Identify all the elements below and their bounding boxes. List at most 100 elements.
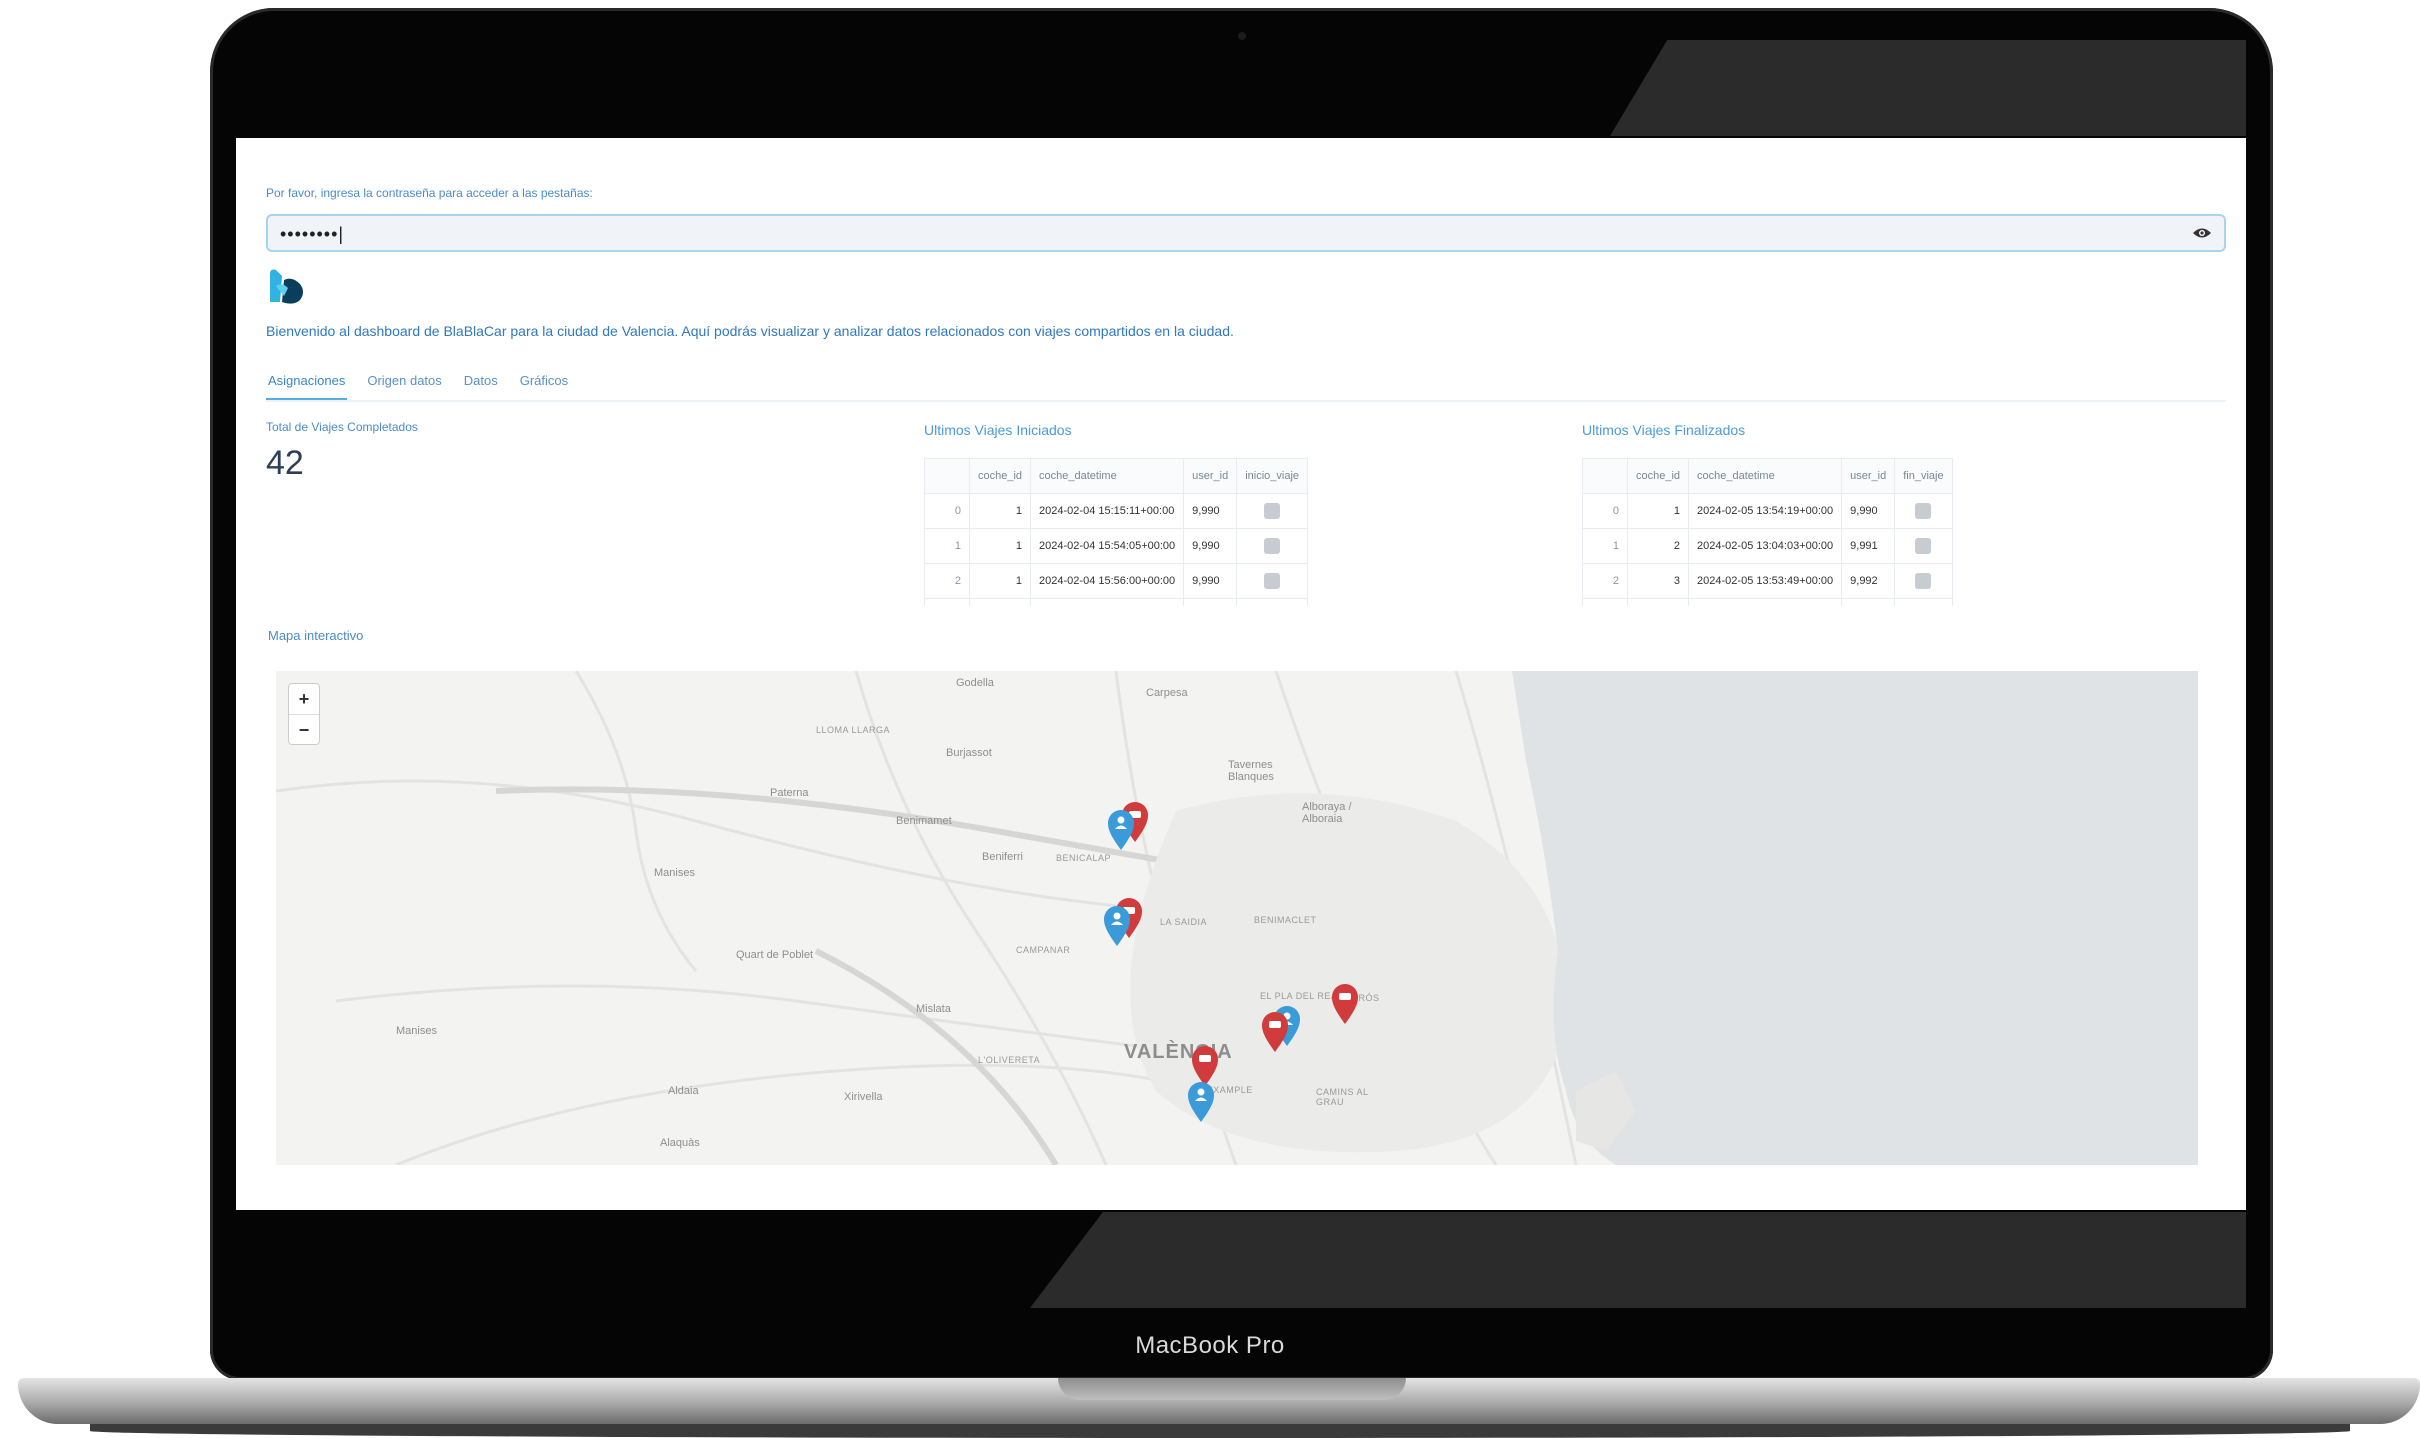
cell-user-id: 9,992 bbox=[1841, 563, 1896, 599]
map-place-label: Beniferri bbox=[982, 851, 1023, 863]
column-header[interactable]: coche_datetime bbox=[1030, 458, 1185, 494]
checkbox-icon bbox=[1915, 503, 1932, 519]
started-trips-table-wrap[interactable]: coche_id coche_datetime user_id inicio_v… bbox=[924, 458, 1364, 606]
map-place-label: Manises bbox=[396, 1025, 437, 1037]
row-index: 2 bbox=[1582, 563, 1628, 599]
map-place-label: LLOMA LLARGA bbox=[816, 725, 891, 735]
column-header[interactable]: fin_viaje bbox=[1894, 458, 1953, 494]
row-index: 0 bbox=[1582, 493, 1628, 529]
table-row[interactable]: 0 1 2024-02-04 15:15:11+00:00 9,990 bbox=[924, 493, 1309, 529]
metric-label: Total de Viajes Completados bbox=[266, 420, 418, 434]
map-place-label: Xirivella bbox=[844, 1091, 883, 1103]
cell-coche-id: 1 bbox=[1626, 493, 1690, 529]
cell-inicio-viaje bbox=[1236, 528, 1309, 564]
map-place-label: Manises bbox=[654, 867, 695, 879]
cell-coche-datetime: 2024-02-05 13:53:49+00:00 bbox=[1688, 563, 1843, 599]
map-place-label: Quart de Poblet bbox=[736, 949, 814, 961]
cell-user-id: 9,990 bbox=[1183, 493, 1238, 529]
table-row[interactable]: 0 1 2024-02-05 13:54:19+00:00 9,990 bbox=[1582, 493, 1953, 529]
password-field[interactable] bbox=[266, 214, 2226, 252]
map-place-label: Alaquàs bbox=[660, 1137, 700, 1149]
tab-asignaciones[interactable]: Asignaciones bbox=[266, 372, 348, 401]
cell-coche-id: 2 bbox=[1626, 528, 1690, 564]
finished-trips-table-wrap[interactable]: coche_id coche_datetime user_id fin_viaj… bbox=[1582, 458, 2022, 606]
map-place-label: CAMPANAR bbox=[1016, 945, 1071, 955]
car-location-marker[interactable] bbox=[1330, 983, 1360, 1025]
column-header[interactable]: coche_id bbox=[1626, 458, 1690, 494]
column-header[interactable]: inicio_viaje bbox=[1236, 458, 1309, 494]
table-row bbox=[924, 598, 1309, 606]
password-input[interactable] bbox=[278, 216, 2162, 252]
map-place-label: BENICALAP bbox=[1056, 853, 1112, 863]
table-row[interactable]: 2 3 2024-02-05 13:53:49+00:00 9,992 bbox=[1582, 563, 1953, 599]
row-index: 1 bbox=[924, 528, 970, 564]
laptop-shadow bbox=[90, 1424, 2350, 1438]
cell-coche-datetime: 2024-02-05 13:54:19+00:00 bbox=[1688, 493, 1843, 529]
table-row bbox=[1582, 598, 1953, 606]
tab-datos[interactable]: Datos bbox=[462, 372, 500, 398]
metric-value: 42 bbox=[266, 444, 304, 482]
cell-coche-datetime: 2024-02-04 15:54:05+00:00 bbox=[1030, 528, 1185, 564]
finished-trips-table: coche_id coche_datetime user_id fin_viaj… bbox=[1582, 458, 1953, 606]
cell-coche-id: 3 bbox=[1626, 563, 1690, 599]
tab-origen-datos[interactable]: Origen datos bbox=[365, 372, 443, 398]
map-label: Mapa interactivo bbox=[268, 628, 364, 643]
column-header[interactable]: coche_id bbox=[968, 458, 1032, 494]
row-index: 2 bbox=[924, 563, 970, 599]
cell-fin-viaje bbox=[1894, 493, 1953, 529]
column-header bbox=[1582, 458, 1628, 494]
map-place-label: Mislata bbox=[916, 1003, 951, 1015]
row-index: 0 bbox=[924, 493, 970, 529]
user-location-marker[interactable] bbox=[1106, 809, 1136, 851]
tab-graficos[interactable]: Gráficos bbox=[518, 372, 570, 398]
table-row[interactable]: 1 2 2024-02-05 13:04:03+00:00 9,991 bbox=[1582, 528, 1953, 564]
user-location-marker[interactable] bbox=[1102, 905, 1132, 947]
map-place-label: LA SAIDIA bbox=[1160, 917, 1208, 927]
checkbox-icon bbox=[1264, 503, 1281, 519]
row-index: 1 bbox=[1582, 528, 1628, 564]
tab-bar: Asignaciones Origen datos Datos Gráficos bbox=[266, 372, 570, 402]
table-row[interactable]: 2 1 2024-02-04 15:56:00+00:00 9,990 bbox=[924, 563, 1309, 599]
cell-user-id: 9,991 bbox=[1841, 528, 1896, 564]
user-location-marker[interactable] bbox=[1186, 1081, 1216, 1123]
cell-coche-id: 1 bbox=[968, 493, 1032, 529]
cell-coche-id: 1 bbox=[968, 563, 1032, 599]
welcome-text: Bienvenido al dashboard de BlaBlaCar par… bbox=[266, 323, 1234, 339]
screen-glare-bottom bbox=[1030, 1212, 2246, 1308]
map-place-label: Burjassot bbox=[946, 747, 992, 759]
map-place-label: Alboraya / Alboraia bbox=[1302, 801, 1352, 825]
dashboard-screen: Por favor, ingresa la contraseña para ac… bbox=[236, 138, 2246, 1210]
zoom-out-button[interactable]: − bbox=[289, 714, 319, 745]
cell-user-id: 9,990 bbox=[1183, 563, 1238, 599]
car-location-marker[interactable] bbox=[1260, 1011, 1290, 1053]
started-trips-title: Ultimos Viajes Iniciados bbox=[924, 422, 1072, 438]
map-place-label: Carpesa bbox=[1146, 687, 1188, 699]
table-row[interactable]: 1 1 2024-02-04 15:54:05+00:00 9,990 bbox=[924, 528, 1309, 564]
map-place-label: Aldaia bbox=[668, 1085, 699, 1097]
laptop-base-notch bbox=[1058, 1378, 1406, 1400]
cell-user-id: 9,990 bbox=[1841, 493, 1896, 529]
map-place-label: Godella bbox=[956, 677, 994, 689]
map-place-label: CAMINS AL GRAU bbox=[1316, 1087, 1369, 1107]
checkbox-icon bbox=[1915, 573, 1932, 589]
started-trips-table: coche_id coche_datetime user_id inicio_v… bbox=[924, 458, 1309, 606]
column-header[interactable]: coche_datetime bbox=[1688, 458, 1843, 494]
cell-fin-viaje bbox=[1894, 528, 1953, 564]
cell-fin-viaje bbox=[1894, 563, 1953, 599]
interactive-map[interactable]: + − Godella Carpesa LLOMA LLARGA Burjass… bbox=[276, 671, 2198, 1165]
column-header[interactable]: user_id bbox=[1841, 458, 1896, 494]
cell-coche-datetime: 2024-02-04 15:56:00+00:00 bbox=[1030, 563, 1185, 599]
column-header bbox=[924, 458, 970, 494]
checkbox-icon bbox=[1264, 573, 1281, 589]
blablacar-logo-icon bbox=[270, 269, 303, 304]
zoom-in-button[interactable]: + bbox=[289, 684, 319, 714]
map-place-label: Paterna bbox=[770, 787, 809, 799]
map-place-label: L'OLIVERETA bbox=[978, 1055, 1041, 1065]
cell-user-id: 9,990 bbox=[1183, 528, 1238, 564]
cell-coche-id: 1 bbox=[968, 528, 1032, 564]
checkbox-icon bbox=[1915, 538, 1932, 554]
cell-inicio-viaje bbox=[1236, 493, 1309, 529]
laptop-model-label: MacBook Pro bbox=[1135, 1332, 1285, 1359]
column-header[interactable]: user_id bbox=[1183, 458, 1238, 494]
eye-icon[interactable] bbox=[2192, 226, 2212, 240]
